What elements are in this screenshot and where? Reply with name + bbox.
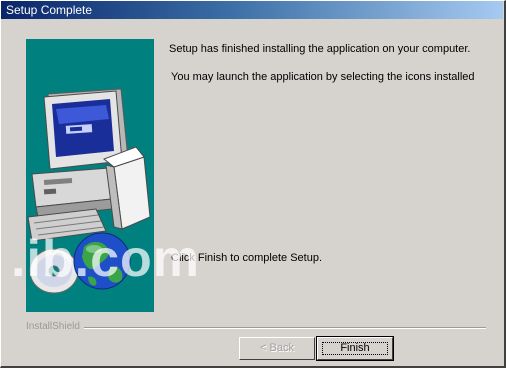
finish-button[interactable]: Finish <box>316 336 394 361</box>
cd-icon <box>29 248 79 294</box>
click-finish-message: Click Finish to complete Setup. <box>171 252 323 264</box>
side-graphic-panel <box>26 39 154 312</box>
launch-message: You may launch the application by select… <box>171 71 475 83</box>
software-box-icon <box>103 146 151 230</box>
finished-message: Setup has finished installing the applic… <box>169 43 471 55</box>
setup-complete-dialog: Setup Complete Setup has finished instal… <box>0 0 506 368</box>
installshield-branding: InstallShield <box>26 321 486 333</box>
title-bar[interactable]: Setup Complete <box>1 1 503 19</box>
back-button-label: < Back <box>260 342 294 354</box>
back-button[interactable]: < Back <box>239 337 315 360</box>
window-title: Setup Complete <box>6 3 93 17</box>
finish-button-label: Finish <box>340 342 370 354</box>
branding-divider <box>26 327 486 329</box>
globe-icon <box>73 232 131 290</box>
branding-label: InstallShield <box>26 321 84 333</box>
setup-illustration <box>27 88 151 294</box>
